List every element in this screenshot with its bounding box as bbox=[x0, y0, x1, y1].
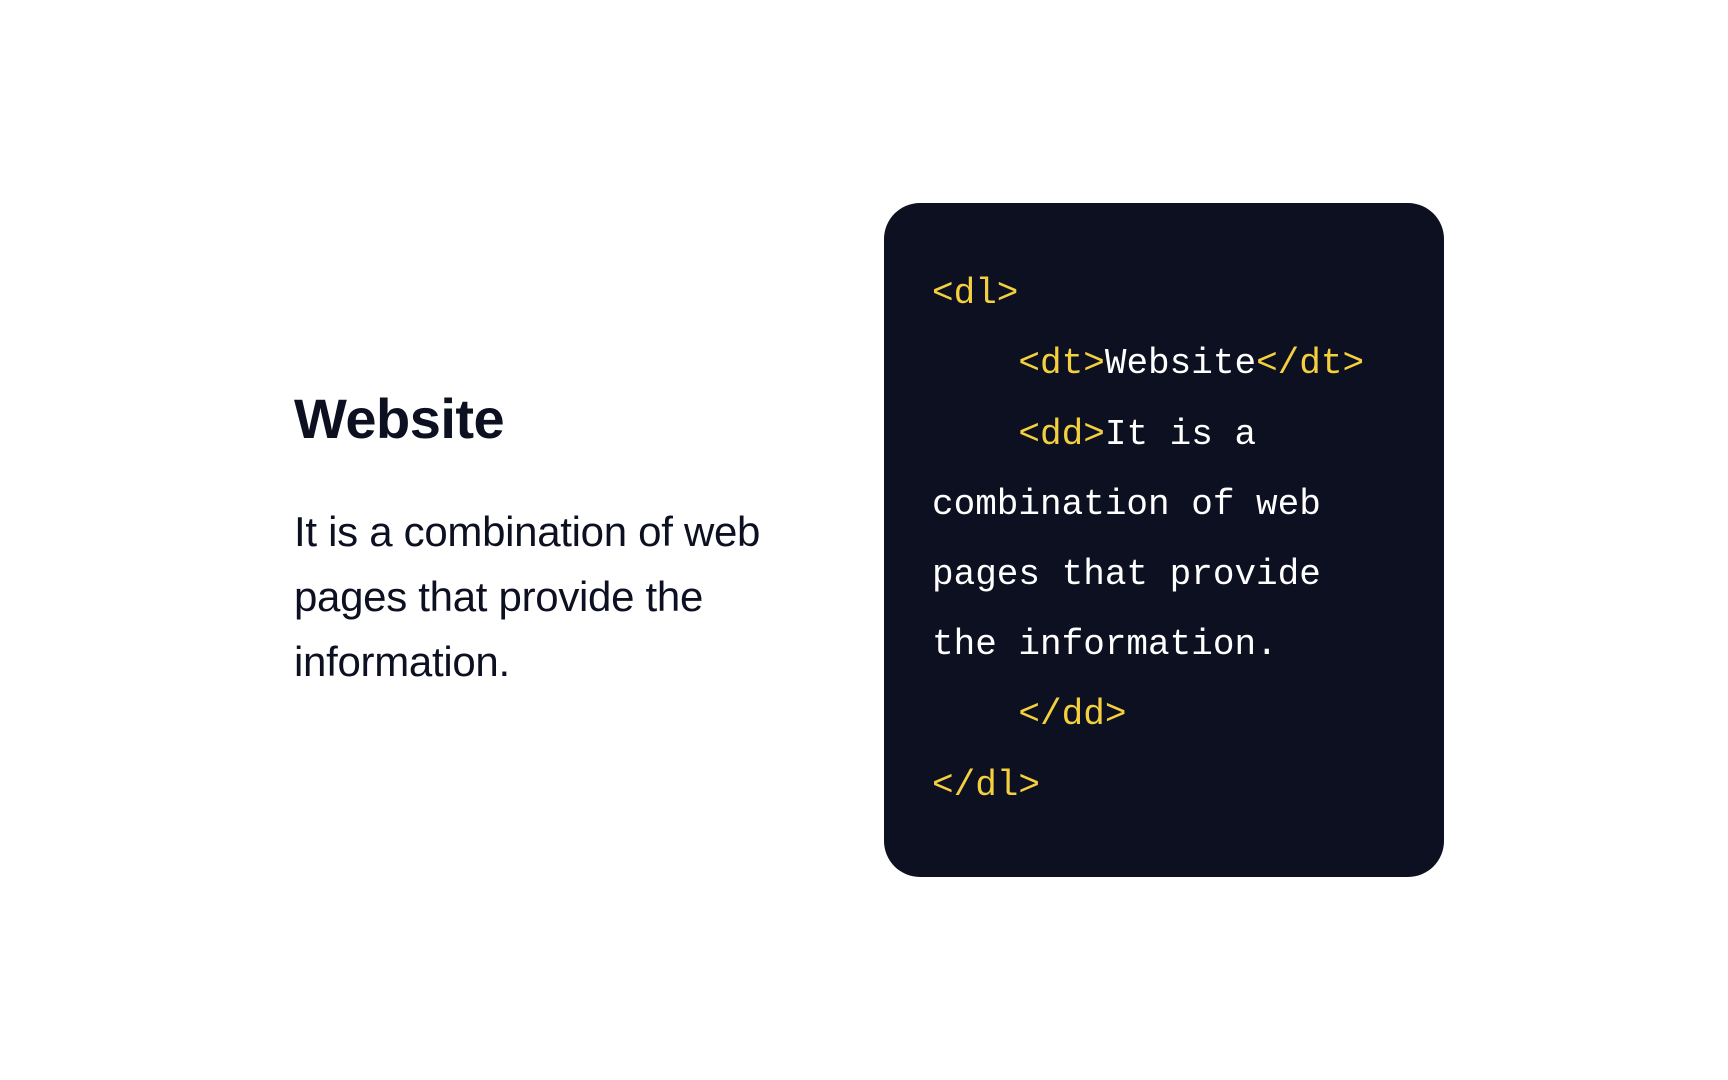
definition-text: It is a combination of web pages that pr… bbox=[294, 499, 804, 694]
dt-close-tag: </dt> bbox=[1256, 343, 1364, 384]
indent bbox=[932, 329, 1018, 399]
dd-close-tag: </dd> bbox=[1018, 694, 1126, 735]
indent bbox=[932, 400, 1018, 470]
dd-text-part2: combination of web pages that provide th… bbox=[932, 484, 1342, 665]
rendered-output-panel: Website It is a combination of web pages… bbox=[284, 386, 804, 694]
code-line-1: <dl> bbox=[932, 259, 1396, 329]
dt-open-tag: <dt> bbox=[1018, 343, 1104, 384]
dl-close-tag: </dl> bbox=[932, 765, 1040, 806]
dt-text: Website bbox=[1105, 343, 1256, 384]
dl-open-tag: <dl> bbox=[932, 273, 1018, 314]
indent bbox=[932, 680, 1018, 750]
code-line-4: </dd> bbox=[932, 680, 1396, 750]
code-line-3: <dd>It is a combination of web pages tha… bbox=[932, 400, 1396, 681]
term-heading: Website bbox=[294, 386, 804, 451]
code-panel: <dl> <dt>Website</dt> <dd>It is a combin… bbox=[884, 203, 1444, 877]
dd-text-part1: It is a bbox=[1105, 414, 1278, 455]
code-line-5: </dl> bbox=[932, 751, 1396, 821]
code-line-2: <dt>Website</dt> bbox=[932, 329, 1396, 399]
dd-open-tag: <dd> bbox=[1018, 414, 1104, 455]
